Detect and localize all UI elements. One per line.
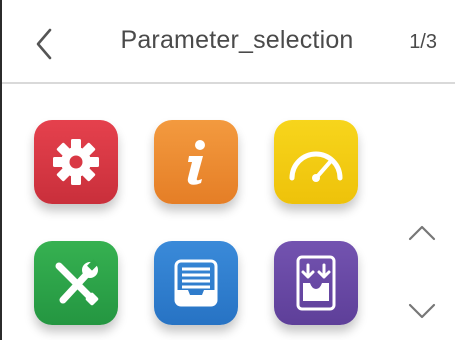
info-tile[interactable]: [154, 120, 238, 204]
settings-tile[interactable]: [34, 120, 118, 204]
header-bar: Parameter_selection 1/3: [2, 0, 455, 84]
back-button[interactable]: [30, 26, 60, 62]
page-title: Parameter_selection: [120, 26, 354, 54]
chevron-up-icon: [408, 225, 436, 241]
inbox-tray-icon: [174, 259, 218, 307]
tools-tile[interactable]: [34, 241, 118, 325]
chevron-down-icon: [408, 303, 436, 319]
scroll-up-button[interactable]: [405, 222, 439, 244]
download-tile[interactable]: [274, 241, 358, 325]
info-icon: [187, 140, 205, 185]
speedometer-icon: [289, 151, 343, 182]
scroll-down-button[interactable]: [405, 300, 439, 322]
chevron-left-icon: [36, 28, 52, 60]
storage-tile[interactable]: [154, 241, 238, 325]
performance-tile[interactable]: [274, 120, 358, 204]
gear-icon: [53, 139, 99, 185]
download-box-icon: [296, 255, 336, 311]
wrench-screwdriver-icon: [55, 259, 99, 306]
page-indicator: 1/3: [409, 31, 437, 53]
parameter-grid: [0, 84, 455, 340]
